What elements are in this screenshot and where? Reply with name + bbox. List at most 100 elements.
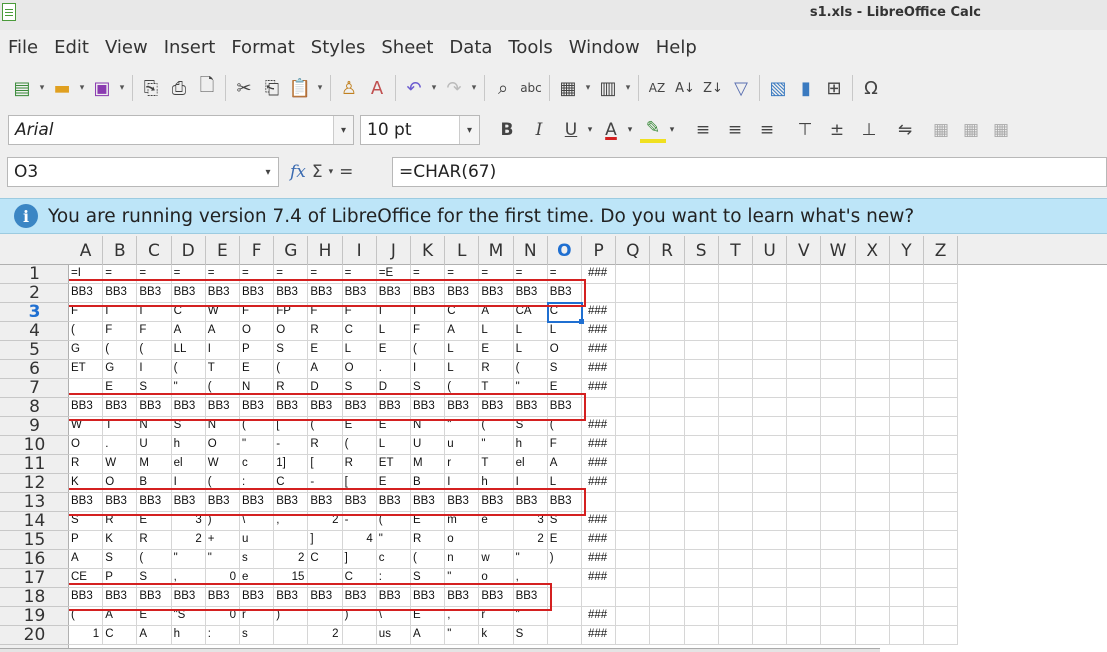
horizontal-scrollbar[interactable] [0,648,880,652]
cell-t19[interactable] [718,607,753,626]
cell-w17[interactable] [821,569,856,588]
cell-x13[interactable] [855,493,890,512]
cell-z6[interactable] [924,360,959,379]
column-header-h[interactable]: H [308,236,343,265]
row-header-12[interactable]: 12 [0,474,69,493]
underline-button[interactable]: U [558,117,584,143]
cell-y17[interactable] [889,569,924,588]
cell-v9[interactable] [787,417,822,436]
cell-x7[interactable] [855,379,890,398]
cell-r3[interactable] [650,303,685,322]
cell-m11[interactable]: T [479,455,514,474]
cell-f10[interactable]: " [240,436,275,455]
cell-p8[interactable] [582,398,617,417]
cell-w14[interactable] [821,512,856,531]
cell-u8[interactable] [753,398,788,417]
cell-n15[interactable]: 2 [513,531,548,550]
cell-u12[interactable] [753,474,788,493]
cell-q16[interactable] [616,550,651,569]
cell-l16[interactable]: n [445,550,480,569]
cell-g20[interactable] [274,626,309,645]
highlight-dropdown-icon[interactable]: ▾ [666,117,678,143]
cell-s7[interactable] [684,379,719,398]
cell-v3[interactable] [787,303,822,322]
cell-v1[interactable] [787,265,822,284]
cell-b20[interactable]: C [103,626,138,645]
cell-x9[interactable] [855,417,890,436]
cell-j6[interactable]: . [376,360,411,379]
cell-r20[interactable] [650,626,685,645]
cell-p18[interactable] [582,588,617,607]
column-header-m[interactable]: M [479,236,514,265]
cell-p6[interactable]: ### [582,360,617,379]
align-bottom-icon[interactable]: ⊥ [856,117,882,143]
cell-c11[interactable]: M [137,455,172,474]
row-header-6[interactable]: 6 [0,360,69,379]
cell-d6[interactable]: ( [171,360,206,379]
cell-e10[interactable]: O [205,436,240,455]
find-replace-icon[interactable]: ⌕ [489,73,517,103]
cell-z4[interactable] [924,322,959,341]
cell-u16[interactable] [753,550,788,569]
cell-y8[interactable] [889,398,924,417]
cell-p2[interactable] [582,284,617,303]
autofilter-icon[interactable]: ▽ [727,73,755,103]
cell-z17[interactable] [924,569,959,588]
cell-b15[interactable]: K [103,531,138,550]
cell-q19[interactable] [616,607,651,626]
cell-s13[interactable] [684,493,719,512]
cell-s4[interactable] [684,322,719,341]
cell-t20[interactable] [718,626,753,645]
column-header-t[interactable]: T [719,236,753,265]
cell-u6[interactable] [753,360,788,379]
cell-u14[interactable] [753,512,788,531]
cell-u4[interactable] [753,322,788,341]
cell-t14[interactable] [718,512,753,531]
cell-p11[interactable]: ### [582,455,617,474]
cell-n16[interactable]: " [513,550,548,569]
cell-u9[interactable] [753,417,788,436]
cell-x16[interactable] [855,550,890,569]
cell-t12[interactable] [718,474,753,493]
cell-p13[interactable] [582,493,617,512]
column-header-n[interactable]: N [514,236,548,265]
cell-f4[interactable]: O [240,322,275,341]
redo-dropdown-icon[interactable]: ▾ [468,73,480,103]
menu-window[interactable]: Window [561,30,648,66]
sort-icon[interactable]: AZ [643,73,671,103]
cell-p9[interactable]: ### [582,417,617,436]
cell-x12[interactable] [855,474,890,493]
cell-q10[interactable] [616,436,651,455]
cell-y9[interactable] [889,417,924,436]
cell-p7[interactable]: ### [582,379,617,398]
cell-q7[interactable] [616,379,651,398]
row-header-11[interactable]: 11 [0,455,69,474]
cell-g6[interactable]: ( [274,360,309,379]
undo-icon[interactable]: ↶ [400,73,428,103]
cell-t16[interactable] [718,550,753,569]
name-box[interactable]: O3 ▾ [7,157,279,187]
chevron-down-icon[interactable]: ▾ [333,116,353,144]
cell-c16[interactable]: ( [137,550,172,569]
menu-insert[interactable]: Insert [156,30,224,66]
column-header-e[interactable]: E [206,236,240,265]
cell-y7[interactable] [889,379,924,398]
cell-n5[interactable]: L [513,341,548,360]
cell-u18[interactable] [753,588,788,607]
align-right-icon[interactable]: ≡ [754,117,780,143]
cell-x8[interactable] [855,398,890,417]
column-header-p[interactable]: P [582,236,617,265]
cell-s14[interactable] [684,512,719,531]
cell-d10[interactable]: h [171,436,206,455]
menu-styles[interactable]: Styles [303,30,374,66]
cell-r10[interactable] [650,436,685,455]
cell-q17[interactable] [616,569,651,588]
row-icon[interactable]: ▦ [554,73,582,103]
info-message[interactable]: You are running version 7.4 of LibreOffi… [48,206,914,227]
cell-i16[interactable]: ] [342,550,377,569]
cell-t3[interactable] [718,303,753,322]
cell-u10[interactable] [753,436,788,455]
row-header-2[interactable]: 2 [0,284,69,303]
cell-s9[interactable] [684,417,719,436]
cell-p17[interactable]: ### [582,569,617,588]
